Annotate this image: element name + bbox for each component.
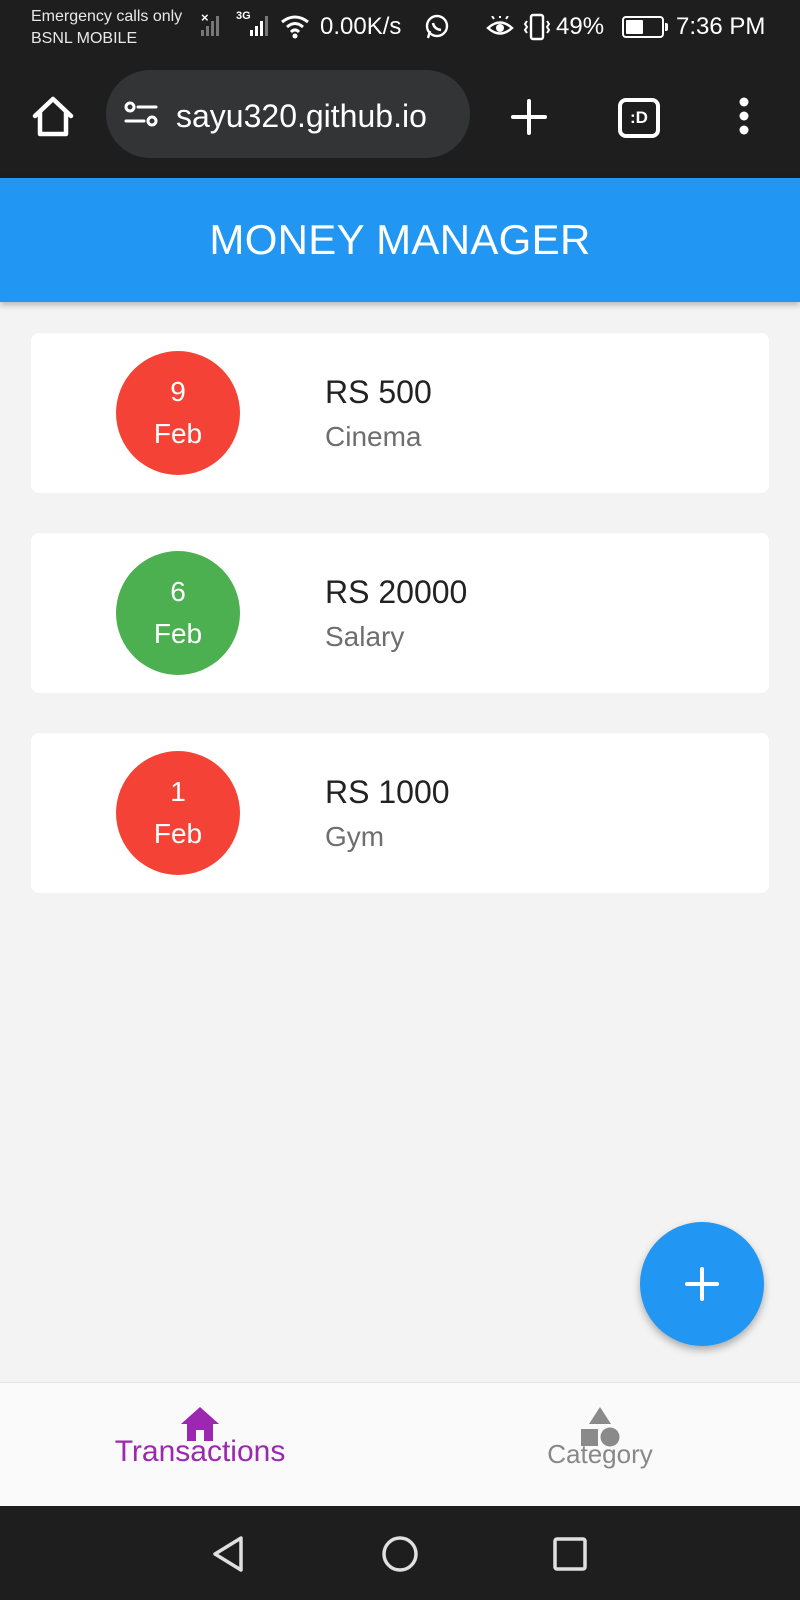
whatsapp-icon <box>425 14 449 39</box>
date-month: Feb <box>153 418 203 449</box>
browser-toolbar: sayu320.github.io :D <box>0 56 800 178</box>
date-month: Feb <box>153 818 203 849</box>
transaction-category: Gym <box>325 821 385 852</box>
transaction-category: Salary <box>325 621 405 652</box>
transaction-amount: RS 1000 <box>325 774 450 810</box>
tab-count: :D <box>630 108 648 127</box>
add-transaction-button[interactable] <box>640 1222 764 1346</box>
date-month: Feb <box>153 618 203 649</box>
battery-percent: 49% <box>556 13 605 40</box>
nav-label-category: Category <box>547 1439 653 1469</box>
vibrate-icon <box>523 13 551 41</box>
system-navigation-bar <box>0 1506 800 1600</box>
date-day: 1 <box>170 776 186 807</box>
app-header: MONEY MANAGER <box>0 178 800 302</box>
more-icon[interactable] <box>738 96 750 136</box>
page-title: MONEY MANAGER <box>209 216 591 263</box>
date-badge: 1 Feb <box>116 751 240 875</box>
transaction-amount: RS 500 <box>325 374 432 410</box>
date-badge: 9 Feb <box>116 351 240 475</box>
nav-item-category[interactable]: Category <box>400 1383 800 1507</box>
bottom-navigation: Transactions Category <box>0 1382 800 1506</box>
carrier-name: BSNL MOBILE <box>31 30 138 47</box>
clock: 7:36 PM <box>676 13 766 40</box>
new-tab-icon[interactable] <box>510 98 548 136</box>
carrier-info: Emergency calls only BSNL MOBILE <box>31 6 182 50</box>
home-icon[interactable] <box>30 94 76 140</box>
site-settings-icon[interactable] <box>124 100 158 128</box>
battery-icon <box>622 16 668 38</box>
eye-comfort-icon <box>486 16 514 35</box>
plus-icon <box>685 1267 719 1301</box>
transaction-category: Cinema <box>325 421 422 452</box>
transaction-card[interactable]: 1 Feb RS 1000 Gym <box>31 733 769 893</box>
date-badge: 6 Feb <box>116 551 240 675</box>
url-text[interactable]: sayu320.github.io <box>176 96 427 136</box>
date-day: 6 <box>170 576 186 607</box>
recents-icon[interactable] <box>552 1536 588 1572</box>
home-button-icon[interactable] <box>380 1534 420 1574</box>
wifi-icon <box>281 15 309 39</box>
transaction-card[interactable]: 6 Feb RS 20000 Salary <box>31 533 769 693</box>
back-icon[interactable] <box>210 1534 246 1574</box>
transaction-amount: RS 20000 <box>325 574 468 610</box>
status-bar: Emergency calls only BSNL MOBILE × 3G 0.… <box>0 0 800 56</box>
date-day: 9 <box>170 376 186 407</box>
signal-strength-3g-icon <box>250 14 268 36</box>
transaction-card[interactable]: 9 Feb RS 500 Cinema <box>31 333 769 493</box>
network-speed: 0.00K/s <box>320 13 402 40</box>
signal-strength-icon <box>201 14 219 36</box>
emergency-calls-text: Emergency calls only <box>31 8 183 25</box>
nav-item-transactions[interactable]: Transactions <box>0 1383 400 1507</box>
nav-label-transactions: Transactions <box>114 1435 286 1468</box>
tab-switcher-icon[interactable]: :D <box>618 98 660 138</box>
network-type-label: 3G <box>236 10 251 22</box>
